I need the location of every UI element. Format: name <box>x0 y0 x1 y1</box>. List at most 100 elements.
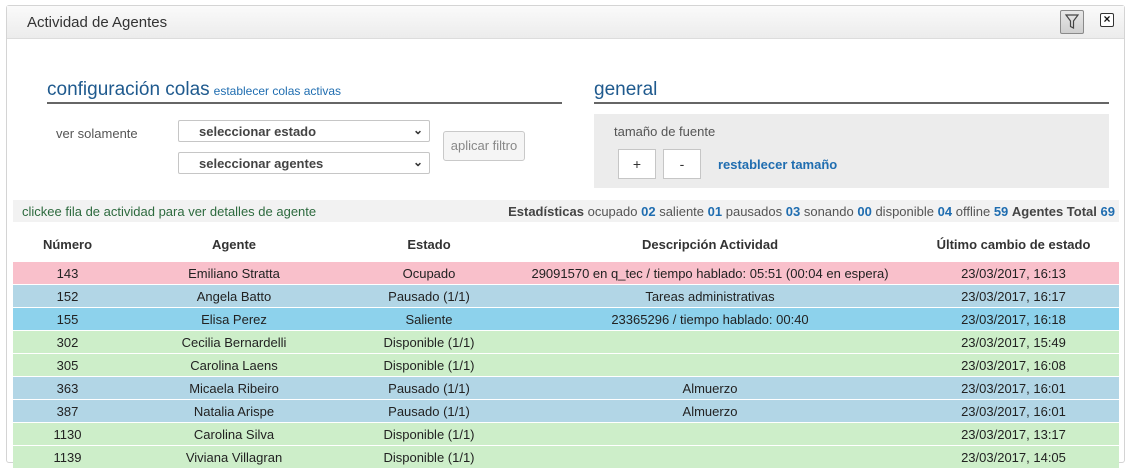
col-header-numero[interactable]: Número <box>13 227 122 262</box>
col-header-estado[interactable]: Estado <box>346 227 512 262</box>
cell-descripcion: 29091570 en q_tec / tiempo hablado: 05:5… <box>512 262 908 285</box>
title-bar: Actividad de Agentes × <box>7 6 1124 39</box>
state-select[interactable]: seleccionar estado ⌄ <box>178 120 430 142</box>
cell-agente: Angela Batto <box>122 285 346 308</box>
cell-descripcion: 23365296 / tiempo hablado: 00:40 <box>512 308 908 331</box>
stat-disponible-label: disponible <box>875 204 934 219</box>
config-section-heading: configuración colas establecer colas acti… <box>47 79 341 101</box>
table-row[interactable]: 363 Micaela Ribeiro Pausado (1/1) Almuer… <box>13 377 1119 400</box>
cell-ultimo-cambio: 23/03/2017, 16:13 <box>908 262 1119 285</box>
table-row[interactable]: 1130 Carolina Silva Disponible (1/1) 23/… <box>13 423 1119 446</box>
col-header-agente[interactable]: Agente <box>122 227 346 262</box>
cell-estado: Pausado (1/1) <box>346 400 512 423</box>
cell-descripcion: Tareas administrativas <box>512 285 908 308</box>
cell-agente: Natalia Arispe <box>122 400 346 423</box>
state-select-value: seleccionar estado <box>199 124 316 139</box>
agent-activity-panel: Actividad de Agentes × configuración col… <box>6 5 1125 463</box>
cell-estado: Disponible (1/1) <box>346 423 512 446</box>
agents-select[interactable]: seleccionar agentes ⌄ <box>178 152 430 174</box>
statistics: Estadísticas ocupado 02 saliente 01 paus… <box>508 204 1115 219</box>
cell-ultimo-cambio: 23/03/2017, 13:17 <box>908 423 1119 446</box>
table-row[interactable]: 302 Cecilia Bernardelli Disponible (1/1)… <box>13 331 1119 354</box>
apply-filter-button[interactable]: aplicar filtro <box>443 131 525 161</box>
cell-numero: 305 <box>13 354 122 377</box>
cell-numero: 1130 <box>13 423 122 446</box>
config-heading-text: configuración colas <box>47 79 210 100</box>
info-bar: clickee fila de actividad para ver detal… <box>13 200 1119 222</box>
cell-agente: Micaela Ribeiro <box>122 377 346 400</box>
col-header-descripcion[interactable]: Descripción Actividad <box>512 227 908 262</box>
cell-descripcion <box>512 446 908 468</box>
close-icon[interactable]: × <box>1100 13 1114 27</box>
stat-ocupado-count: 02 <box>641 204 655 219</box>
cell-numero: 152 <box>13 285 122 308</box>
filter-toggle-button[interactable] <box>1060 10 1084 34</box>
cell-ultimo-cambio: 23/03/2017, 14:05 <box>908 446 1119 468</box>
stat-disponible-count: 04 <box>938 204 952 219</box>
cell-ultimo-cambio: 23/03/2017, 15:49 <box>908 331 1119 354</box>
cell-estado: Saliente <box>346 308 512 331</box>
table-row[interactable]: 143 Emiliano Stratta Ocupado 29091570 en… <box>13 262 1119 285</box>
cell-estado: Pausado (1/1) <box>346 285 512 308</box>
cell-agente: Cecilia Bernardelli <box>122 331 346 354</box>
stat-saliente-label: saliente <box>659 204 704 219</box>
funnel-icon <box>1061 11 1083 33</box>
cell-ultimo-cambio: 23/03/2017, 16:18 <box>908 308 1119 331</box>
cell-numero: 143 <box>13 262 122 285</box>
cell-ultimo-cambio: 23/03/2017, 16:01 <box>908 377 1119 400</box>
cell-descripcion <box>512 423 908 446</box>
stat-pausados-count: 03 <box>786 204 800 219</box>
table-row[interactable]: 1139 Viviana Villagran Disponible (1/1) … <box>13 446 1119 468</box>
cell-agente: Emiliano Stratta <box>122 262 346 285</box>
col-header-ultimo-cambio[interactable]: Último cambio de estado <box>908 227 1119 262</box>
panel-title: Actividad de Agentes <box>27 14 167 31</box>
cell-agente: Elisa Perez <box>122 308 346 331</box>
agents-select-value: seleccionar agentes <box>199 156 323 171</box>
stats-label: Estadísticas <box>508 204 584 219</box>
decrease-font-button[interactable]: - <box>663 149 701 179</box>
cell-estado: Disponible (1/1) <box>346 354 512 377</box>
general-section-heading: general <box>594 79 657 101</box>
cell-estado: Disponible (1/1) <box>346 446 512 468</box>
cell-estado: Disponible (1/1) <box>346 331 512 354</box>
stat-pausados-label: pausados <box>726 204 782 219</box>
cell-descripcion <box>512 354 908 377</box>
cell-numero: 155 <box>13 308 122 331</box>
click-hint: clickee fila de actividad para ver detal… <box>22 204 316 219</box>
stat-sonando-label: sonando <box>804 204 854 219</box>
cell-estado: Ocupado <box>346 262 512 285</box>
table-header-row: Número Agente Estado Descripción Activid… <box>13 227 1119 262</box>
set-active-queues-link[interactable]: establecer colas activas <box>214 84 341 98</box>
stat-total-count: 69 <box>1101 204 1115 219</box>
cell-ultimo-cambio: 23/03/2017, 16:08 <box>908 354 1119 377</box>
font-size-box: tamaño de fuente + - restablecer tamaño <box>594 114 1109 188</box>
font-size-label: tamaño de fuente <box>614 124 715 139</box>
stat-offline-label: offline <box>956 204 990 219</box>
cell-descripcion <box>512 331 908 354</box>
cell-agente: Carolina Silva <box>122 423 346 446</box>
cell-agente: Carolina Laens <box>122 354 346 377</box>
cell-numero: 302 <box>13 331 122 354</box>
increase-font-button[interactable]: + <box>618 149 656 179</box>
cell-numero: 1139 <box>13 446 122 468</box>
cell-ultimo-cambio: 23/03/2017, 16:01 <box>908 400 1119 423</box>
cell-agente: Viviana Villagran <box>122 446 346 468</box>
cell-estado: Pausado (1/1) <box>346 377 512 400</box>
stat-saliente-count: 01 <box>708 204 722 219</box>
table-row[interactable]: 155 Elisa Perez Saliente 23365296 / tiem… <box>13 308 1119 331</box>
stat-offline-count: 59 <box>994 204 1008 219</box>
chevron-down-icon: ⌄ <box>413 155 423 169</box>
filter-label: ver solamente <box>56 126 138 141</box>
table-row[interactable]: 305 Carolina Laens Disponible (1/1) 23/0… <box>13 354 1119 377</box>
stat-sonando-count: 00 <box>857 204 871 219</box>
config-divider <box>47 102 562 104</box>
cell-descripcion: Almuerzo <box>512 377 908 400</box>
table-row[interactable]: 387 Natalia Arispe Pausado (1/1) Almuerz… <box>13 400 1119 423</box>
table-row[interactable]: 152 Angela Batto Pausado (1/1) Tareas ad… <box>13 285 1119 308</box>
agents-table: Número Agente Estado Descripción Activid… <box>13 227 1119 468</box>
cell-numero: 363 <box>13 377 122 400</box>
reset-font-size-link[interactable]: restablecer tamaño <box>718 157 837 172</box>
cell-numero: 387 <box>13 400 122 423</box>
stat-total-label: Agentes Total <box>1012 204 1097 219</box>
stat-ocupado-label: ocupado <box>588 204 638 219</box>
